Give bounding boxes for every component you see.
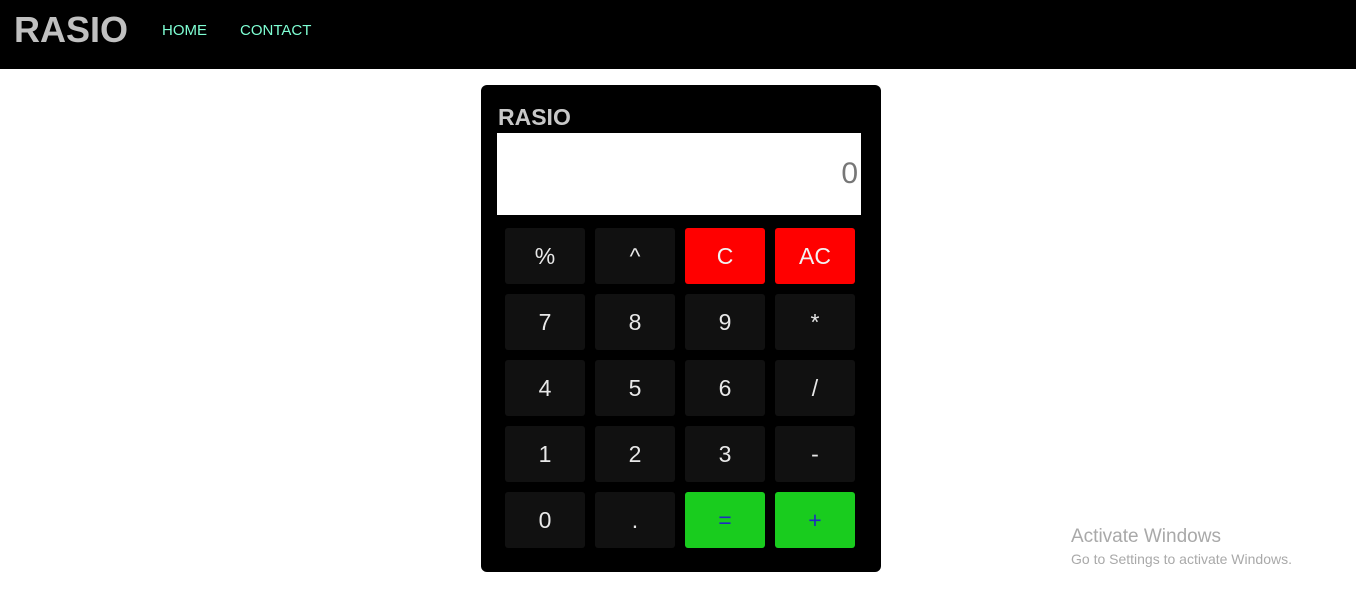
key-power[interactable]: ^ <box>595 228 675 284</box>
key-1[interactable]: 1 <box>505 426 585 482</box>
keypad: % ^ C AC 7 8 9 * 4 5 6 / 1 2 3 - 0 . = + <box>505 228 855 548</box>
activate-windows-subtitle: Go to Settings to activate Windows. <box>1071 551 1292 567</box>
key-multiply[interactable]: * <box>775 294 855 350</box>
key-4[interactable]: 4 <box>505 360 585 416</box>
key-divide[interactable]: / <box>775 360 855 416</box>
key-decimal[interactable]: . <box>595 492 675 548</box>
nav-link-contact[interactable]: CONTACT <box>240 22 311 40</box>
key-5[interactable]: 5 <box>595 360 675 416</box>
key-equals[interactable]: = <box>685 492 765 548</box>
calculator-display[interactable] <box>497 133 861 215</box>
top-navbar: RASIO HOME CONTACT <box>0 0 1356 69</box>
key-minus[interactable]: - <box>775 426 855 482</box>
key-6[interactable]: 6 <box>685 360 765 416</box>
key-all-clear[interactable]: AC <box>775 228 855 284</box>
brand-logo[interactable]: RASIO <box>14 10 128 50</box>
activate-windows-title: Activate Windows <box>1071 526 1221 547</box>
key-percent[interactable]: % <box>505 228 585 284</box>
key-3[interactable]: 3 <box>685 426 765 482</box>
key-2[interactable]: 2 <box>595 426 675 482</box>
calculator-title: RASIO <box>498 104 571 130</box>
key-8[interactable]: 8 <box>595 294 675 350</box>
key-clear[interactable]: C <box>685 228 765 284</box>
key-9[interactable]: 9 <box>685 294 765 350</box>
nav-link-home[interactable]: HOME <box>162 22 207 40</box>
key-0[interactable]: 0 <box>505 492 585 548</box>
key-plus[interactable]: + <box>775 492 855 548</box>
key-7[interactable]: 7 <box>505 294 585 350</box>
calculator-panel: RASIO % ^ C AC 7 8 9 * 4 5 6 / 1 2 3 - 0… <box>481 85 881 572</box>
activate-windows-watermark: Activate Windows Go to Settings to activ… <box>1071 526 1292 568</box>
